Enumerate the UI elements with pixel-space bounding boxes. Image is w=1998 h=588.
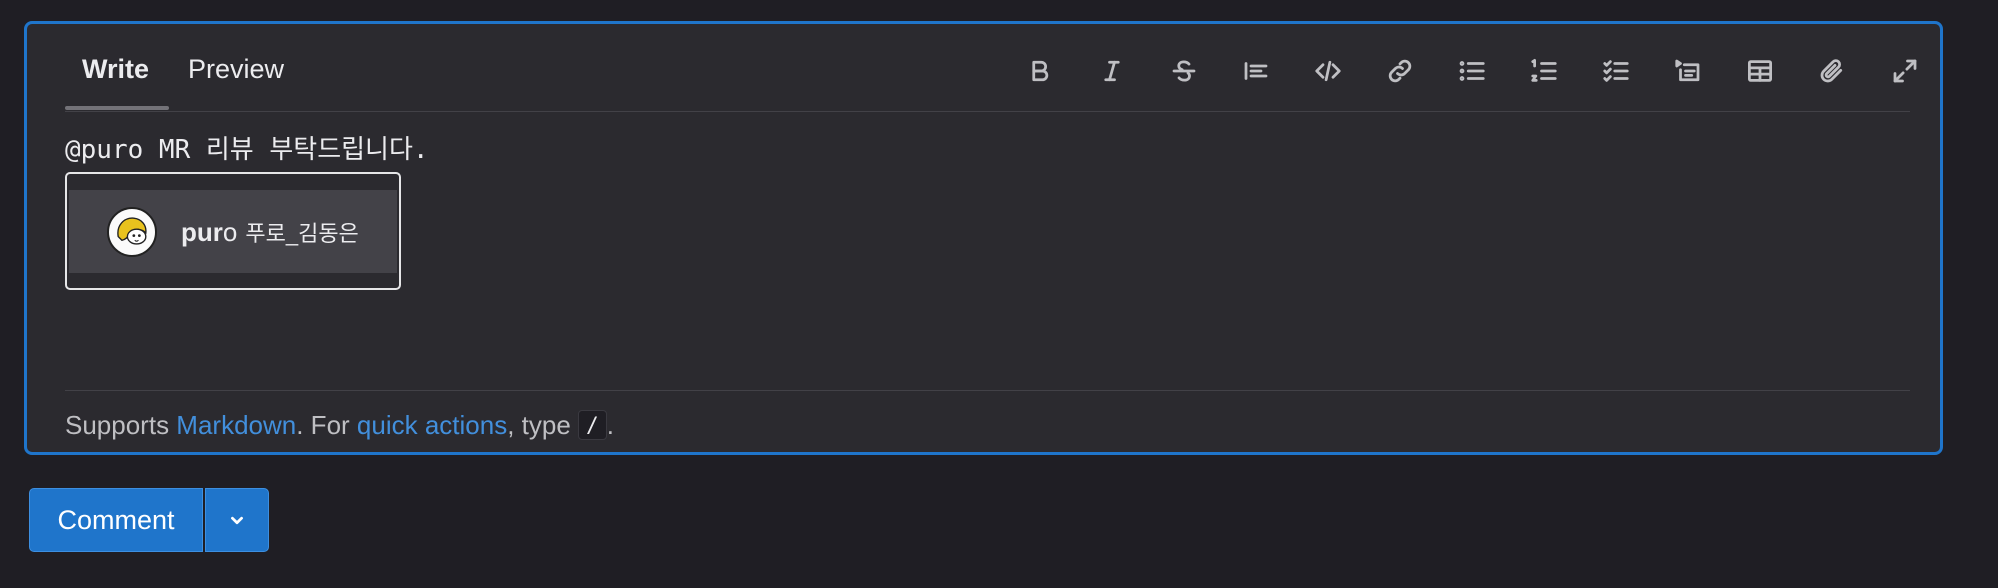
fullscreen-icon [1893,59,1917,83]
mention-autocomplete-popup: puro 푸로_김동은 [65,172,401,290]
italic-icon [1104,60,1120,82]
period-text: . [606,410,614,440]
table-button[interactable] [1740,51,1780,91]
active-tab-indicator [65,106,169,110]
quote-button[interactable] [1236,51,1276,91]
footer-divider [65,390,1910,391]
numbered-list-icon [1531,59,1557,82]
italic-button[interactable] [1092,51,1132,91]
bold-icon [1032,60,1049,82]
quote-icon [1244,62,1268,80]
editor-footer: Supports Markdown. For quick actions, ty… [65,410,614,441]
attach-file-icon [1820,59,1843,83]
comment-button[interactable]: Comment [29,488,203,552]
editor-tabbar: Write Preview [65,24,1917,112]
chevron-down-icon [231,516,243,525]
strikethrough-icon [1172,60,1196,82]
username-match: pur [181,216,223,247]
tab-write[interactable]: Write [82,54,149,85]
display-name: 푸로_김동은 [245,220,359,246]
slash-code: / [578,410,607,440]
collapsible-section-button[interactable] [1668,51,1708,91]
collapsible-section-icon [1675,59,1700,82]
quick-actions-link[interactable]: quick actions [357,410,507,440]
strikethrough-button[interactable] [1164,51,1204,91]
avatar [107,206,157,257]
markdown-link[interactable]: Markdown [176,410,296,440]
fullscreen-button[interactable] [1885,51,1925,91]
bullet-list-button[interactable] [1452,51,1492,91]
autocomplete-user: puro 푸로_김동은 [181,216,359,248]
task-list-button[interactable] [1596,51,1636,91]
bold-button[interactable] [1020,51,1060,91]
supports-text: Supports [65,410,177,440]
code-icon [1315,60,1341,82]
link-icon [1388,59,1412,83]
for-text: . For [296,410,357,440]
table-icon [1748,60,1772,82]
numbered-list-button[interactable] [1524,51,1564,91]
comment-editor: Write Preview @puro MR 리뷰 부탁드립니다. puro 푸… [24,21,1943,455]
autocomplete-item[interactable]: puro 푸로_김동은 [69,190,397,273]
comment-textarea[interactable]: @puro MR 리뷰 부탁드립니다. [65,129,429,166]
tab-preview[interactable]: Preview [188,54,284,85]
attach-file-button[interactable] [1812,51,1852,91]
code-button[interactable] [1308,51,1348,91]
link-button[interactable] [1380,51,1420,91]
bullet-list-icon [1459,61,1485,81]
username-rest: o [222,216,238,247]
task-list-icon [1603,60,1629,82]
type-text: , type [507,410,579,440]
comment-options-button[interactable] [205,488,269,552]
